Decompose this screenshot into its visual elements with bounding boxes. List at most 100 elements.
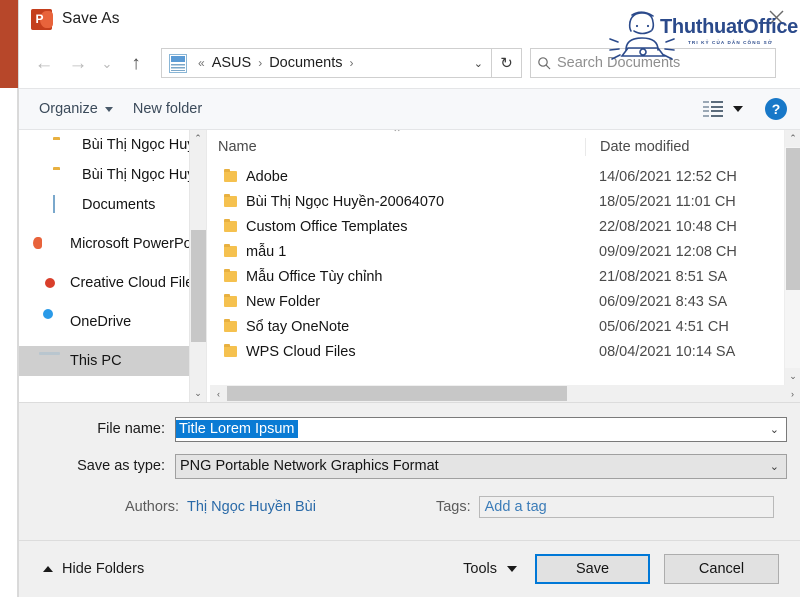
table-row[interactable]: Bùi Thị Ngọc Huyền-20064070 18/05/2021 1… [210, 189, 800, 214]
command-bar: Organize New folder ? [19, 88, 800, 130]
breadcrumb-prefix: « [193, 56, 210, 70]
file-name: Adobe [246, 169, 288, 185]
back-arrow-icon[interactable]: ← [27, 46, 61, 80]
dialog-left-margin [0, 88, 18, 597]
folder-icon [224, 321, 237, 332]
file-name: New Folder [246, 294, 320, 310]
hide-folders-button[interactable]: Hide Folders [43, 561, 144, 577]
sidebar-item-creative-cloud-files[interactable]: Creative Cloud File [19, 268, 206, 298]
command-bar-right-group: ? [703, 98, 800, 120]
sidebar-item-microsoft-powerpoint[interactable]: Microsoft PowerPo [19, 229, 206, 259]
navigation-bar: ← → ⌄ ↑ « ASUS › Documents › ⌄ ↻ [19, 38, 800, 88]
sidebar-item-label: OneDrive [70, 314, 131, 330]
folder-icon [224, 271, 237, 282]
file-list-hscrollbar-thumb[interactable] [227, 386, 567, 401]
folder-icon [224, 196, 237, 207]
chevron-right-icon[interactable]: › [784, 389, 800, 399]
save-button[interactable]: Save [535, 554, 650, 584]
breadcrumb-item-asus[interactable]: ASUS [210, 55, 254, 71]
save-as-dialog-screenshot: P Save As ← → ⌄ ↑ « ASUS › Documents [0, 0, 800, 597]
help-label: ? [772, 101, 781, 117]
file-name: Sổ tay OneNote [246, 319, 349, 335]
chevron-up-icon[interactable]: ⌃ [190, 130, 206, 147]
folder-icon [224, 346, 237, 357]
cancel-button[interactable]: Cancel [664, 554, 779, 584]
folder-icon [224, 171, 237, 182]
folder-icon [224, 296, 237, 307]
sidebar-item-label: Bùi Thị Ngọc Huy [82, 167, 195, 183]
chevron-left-icon[interactable]: ‹ [210, 389, 227, 399]
view-options-caret-down-icon[interactable] [733, 106, 743, 112]
table-row[interactable]: WPS Cloud Files 08/04/2021 10:14 SA [210, 339, 800, 364]
cancel-label: Cancel [699, 561, 744, 577]
recent-locations-chevron-down-icon[interactable]: ⌄ [95, 46, 119, 80]
sidebar-scrollbar[interactable]: ⌃ ⌄ [189, 130, 206, 402]
forward-arrow-icon[interactable]: → [61, 46, 95, 80]
folder-icon [224, 221, 237, 232]
table-row[interactable]: Mẫu Office Tùy chỉnh 21/08/2021 8:51 SA [210, 264, 800, 289]
refresh-icon[interactable]: ↻ [492, 48, 522, 78]
search-input[interactable]: Search Documents [557, 55, 680, 71]
tags-label: Tags: [436, 499, 471, 515]
file-list-vertical-scrollbar[interactable]: ⌃ ⌄ [784, 130, 800, 385]
tools-button[interactable]: Tools [463, 561, 521, 577]
sidebar-item-bui-thi-ngoc-huy-1[interactable]: Bùi Thị Ngọc Huy [19, 130, 206, 160]
new-folder-button[interactable]: New folder [123, 101, 212, 117]
sidebar-item-onedrive[interactable]: OneDrive [19, 307, 206, 337]
file-name-row: File name: Title Lorem Ipsum ⌄ [19, 414, 800, 444]
file-name: mẫu 1 [246, 244, 286, 260]
dialog-body: Bùi Thị Ngọc Huy Bùi Thị Ngọc Huy Docume… [19, 130, 800, 402]
authors-label: Authors: [125, 499, 179, 515]
chevron-down-icon[interactable]: ⌄ [770, 423, 779, 436]
sidebar-item-bui-thi-ngoc-huy-2[interactable]: Bùi Thị Ngọc Huy [19, 160, 206, 190]
breadcrumb-separator-icon: › [253, 56, 267, 70]
column-header-date-modified[interactable]: Date modified [585, 138, 689, 156]
file-name: Bùi Thị Ngọc Huyền-20064070 [246, 194, 444, 210]
caret-up-icon [43, 566, 53, 572]
list-view-icon[interactable] [703, 101, 723, 117]
file-date: 09/09/2021 12:08 CH [585, 244, 737, 260]
file-date: 06/09/2021 8:43 SA [585, 294, 727, 310]
creative-cloud-icon [41, 274, 63, 292]
tags-input[interactable]: Add a tag [479, 496, 774, 518]
sidebar-scrollbar-thumb[interactable] [191, 230, 206, 342]
column-header-name[interactable]: Name [210, 139, 585, 155]
organize-button[interactable]: Organize [29, 101, 123, 117]
table-row[interactable]: Adobe 14/06/2021 12:52 CH [210, 164, 800, 189]
file-date: 05/06/2021 4:51 CH [585, 319, 729, 335]
folder-icon [53, 166, 75, 184]
up-arrow-icon[interactable]: ↑ [119, 46, 153, 80]
file-name-input[interactable]: Title Lorem Ipsum ⌄ [175, 417, 787, 442]
close-icon[interactable] [759, 2, 793, 32]
table-row[interactable]: Sổ tay OneNote 05/06/2021 4:51 CH [210, 314, 800, 339]
breadcrumb-item-documents[interactable]: Documents [267, 55, 344, 71]
address-bar[interactable]: « ASUS › Documents › ⌄ [161, 48, 492, 78]
folder-icon [224, 246, 237, 257]
caret-down-icon [105, 107, 113, 112]
file-date: 22/08/2021 10:48 CH [585, 219, 737, 235]
file-name: Mẫu Office Tùy chỉnh [246, 269, 382, 285]
tags-placeholder: Add a tag [480, 499, 547, 515]
address-chevron-down-icon[interactable]: ⌄ [474, 49, 483, 77]
file-list-scrollbar-thumb[interactable] [786, 148, 800, 290]
chevron-down-icon[interactable]: ⌄ [770, 460, 779, 473]
file-date: 21/08/2021 8:51 SA [585, 269, 727, 285]
sidebar-item-label: Creative Cloud File [70, 275, 193, 291]
save-as-type-label: Save as type: [19, 458, 175, 474]
authors-value[interactable]: Thị Ngọc Huyền Bùi [187, 499, 316, 515]
sidebar-item-documents[interactable]: Documents [19, 190, 206, 220]
table-row[interactable]: mẫu 1 09/09/2021 12:08 CH [210, 239, 800, 264]
file-list-horizontal-scrollbar[interactable]: ‹ › [210, 385, 800, 402]
chevron-down-icon[interactable]: ⌄ [190, 385, 206, 402]
table-row[interactable]: New Folder 06/09/2021 8:43 SA [210, 289, 800, 314]
chevron-up-icon[interactable]: ⌃ [785, 130, 800, 147]
chevron-down-icon[interactable]: ⌄ [785, 368, 800, 385]
powerpoint-icon-letter: P [35, 13, 43, 25]
this-pc-icon [41, 352, 63, 370]
help-icon[interactable]: ? [765, 98, 787, 120]
save-as-type-select[interactable]: PNG Portable Network Graphics Format ⌄ [175, 454, 787, 479]
table-row[interactable]: Custom Office Templates 22/08/2021 10:48… [210, 214, 800, 239]
file-list-rows: Adobe 14/06/2021 12:52 CH Bùi Thị Ngọc H… [210, 164, 800, 364]
search-box[interactable]: Search Documents [530, 48, 776, 78]
sidebar-item-this-pc[interactable]: This PC [19, 346, 206, 376]
